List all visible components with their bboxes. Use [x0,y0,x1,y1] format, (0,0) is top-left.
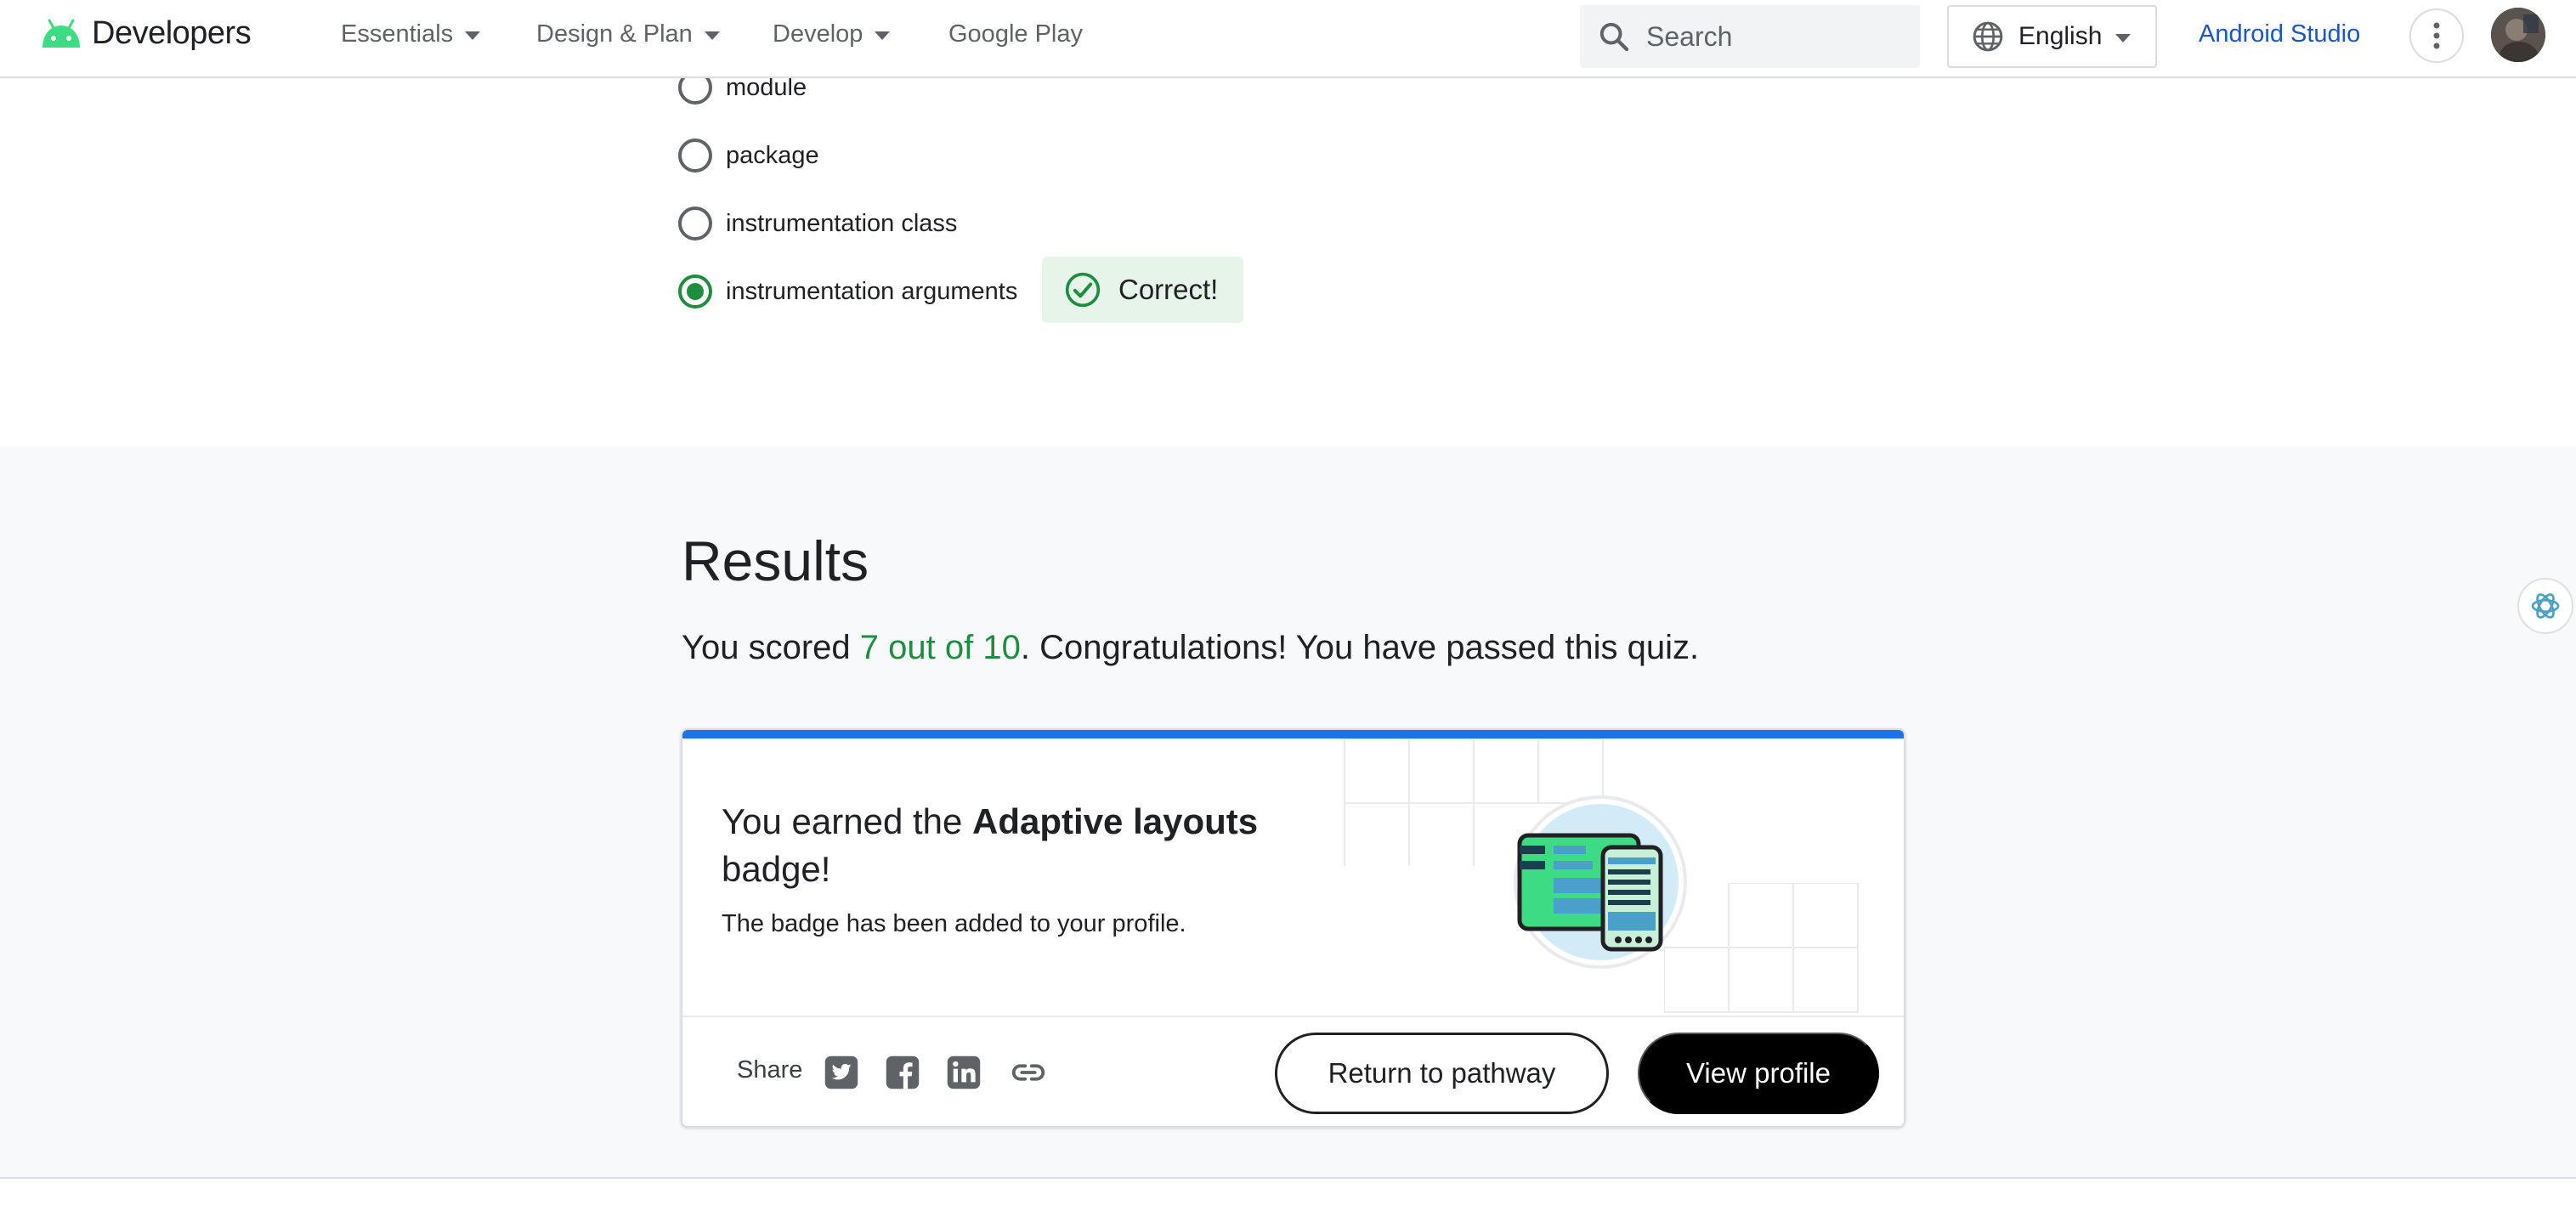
language-label: English [2018,22,2103,50]
option-label: instrumentation arguments [726,277,1018,305]
earned-suffix: badge! [722,849,831,889]
chevron-down-icon [704,31,720,40]
logo-text: Developers [92,15,252,51]
twitter-share-button[interactable] [822,1053,861,1092]
more-vert-icon [2433,22,2440,49]
score-summary: You scored 7 out of 10. Congratulations!… [682,629,1699,667]
correct-feedback-badge: Correct! [1042,257,1243,323]
nav-essentials[interactable]: Essentials [341,20,481,48]
language-selector[interactable]: English [1947,5,2157,68]
radio-button[interactable] [678,139,712,173]
linkedin-share-button[interactable] [944,1053,983,1092]
facebook-icon [886,1055,920,1089]
search-placeholder: Search [1646,20,1733,52]
twitter-icon [824,1055,858,1089]
chevron-down-icon [465,31,481,40]
quiz-option-instrumentation-arguments[interactable]: instrumentation arguments [678,274,1017,308]
linkedin-icon [947,1055,981,1089]
nav-develop[interactable]: Develop [773,20,891,48]
adaptive-layouts-badge-icon [1514,795,1687,969]
badge-name: Adaptive layouts [972,801,1259,841]
card-accent-bar [682,730,1904,738]
search-input[interactable]: Search [1580,5,1920,68]
link-icon [1011,1064,1045,1081]
developers-logo[interactable]: Developers [39,15,252,52]
view-profile-button[interactable]: View profile [1638,1033,1879,1114]
nav-label: Develop [773,20,863,48]
top-header: Developers Essentials Design & Plan Deve… [0,0,2576,78]
share-label: Share [737,1056,803,1084]
radio-button-selected[interactable] [678,274,712,308]
nav-label: Design & Plan [536,20,693,48]
badge-added-text: The badge has been added to your profile… [722,910,1186,937]
globe-icon [1973,21,2003,52]
option-label: package [726,141,819,169]
badge-earned-heading: You earned the Adaptive layouts badge! [722,798,1299,893]
check-circle-icon [1065,272,1101,308]
chevron-down-icon [2115,33,2132,42]
quiz-option-package[interactable]: package [678,139,819,173]
ai-assistant-icon [2531,593,2560,619]
copy-link-button[interactable] [1009,1053,1048,1092]
android-studio-link[interactable]: Android Studio [2199,20,2360,48]
android-logo-icon [42,19,80,48]
facebook-share-button[interactable] [883,1053,922,1092]
option-label: instrumentation class [726,209,958,237]
chevron-down-icon [875,31,891,40]
search-icon [1599,22,1629,52]
nav-google-play[interactable]: Google Play [948,20,1083,48]
score-value: 7 out of 10 [859,629,1021,666]
results-title: Results [682,529,869,592]
nav-label: Essentials [341,20,454,48]
earned-prefix: You earned the [722,801,973,841]
grid-decoration-icon [1664,883,1859,1013]
radio-button[interactable] [678,207,712,241]
card-footer: Share Return to pathway View profile [682,1016,1904,1126]
ai-assistant-button[interactable] [2517,578,2573,634]
badge-card: You earned the Adaptive layouts badge! Th… [681,728,1905,1128]
return-to-pathway-button[interactable]: Return to pathway [1275,1033,1609,1114]
avatar[interactable] [2491,8,2545,62]
score-suffix: . Congratulations! You have passed this … [1020,629,1700,666]
user-photo-icon [2491,8,2545,62]
nav-label: Google Play [948,20,1083,48]
feedback-text: Correct! [1118,274,1219,305]
score-prefix: You scored [682,629,860,666]
quiz-option-instrumentation-class[interactable]: instrumentation class [678,207,957,241]
more-options-button[interactable] [2409,8,2464,63]
nav-design-plan[interactable]: Design & Plan [536,20,720,48]
